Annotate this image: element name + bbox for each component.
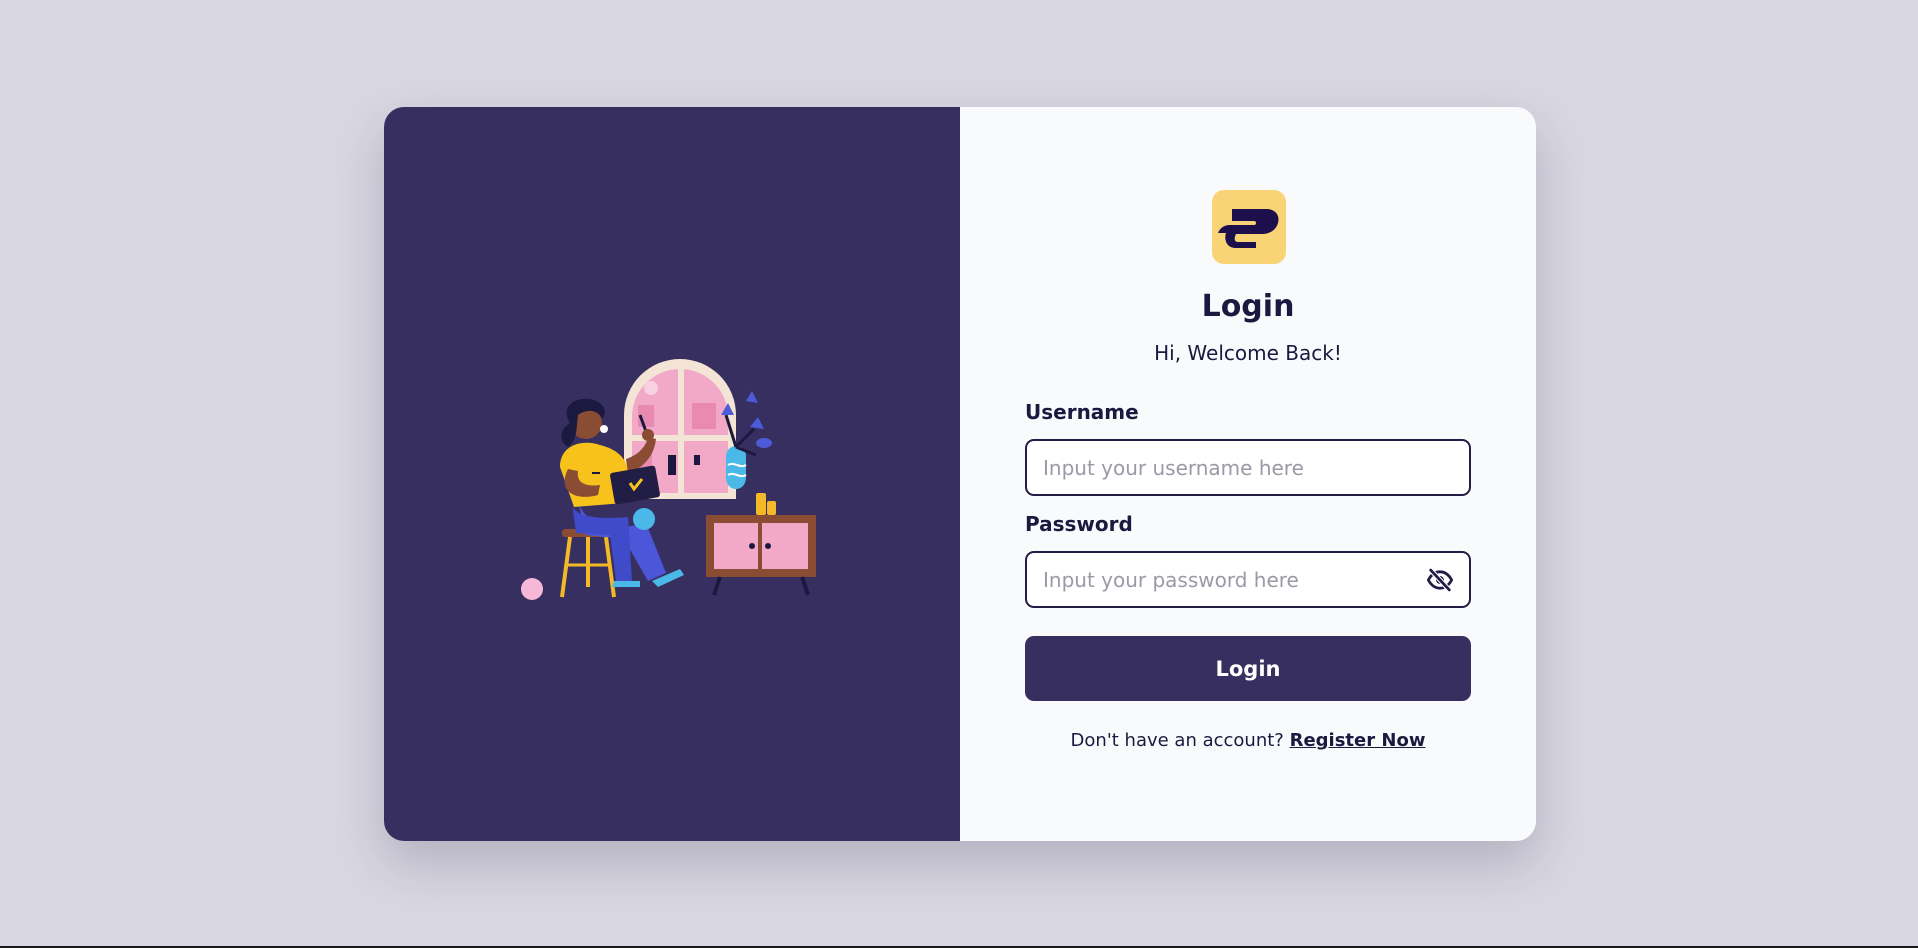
password-input[interactable]: [1027, 553, 1469, 606]
eye-slash-icon[interactable]: [1425, 565, 1455, 595]
password-label: Password: [1025, 512, 1133, 536]
username-field-wrapper: [1025, 439, 1471, 496]
woman-working-on-laptop-illustration: [521, 359, 816, 600]
register-now-link[interactable]: Register Now: [1290, 730, 1426, 751]
illustration-panel: [384, 107, 960, 841]
welcome-subtitle: Hi, Welcome Back!: [1154, 341, 1342, 365]
login-button[interactable]: Login: [1025, 636, 1471, 701]
register-prompt-text: Don't have an account?: [1070, 730, 1284, 751]
password-field-wrapper: [1025, 551, 1471, 608]
username-input[interactable]: [1027, 441, 1469, 494]
page-title: Login: [1201, 289, 1295, 324]
login-form-panel: Login Hi, Welcome Back! Username Passwor…: [960, 107, 1536, 841]
app-logo-icon: [1212, 190, 1286, 264]
username-label: Username: [1025, 400, 1139, 424]
login-card: Login Hi, Welcome Back! Username Passwor…: [384, 107, 1536, 841]
register-prompt-row: Don't have an account? Register Now: [960, 730, 1536, 751]
